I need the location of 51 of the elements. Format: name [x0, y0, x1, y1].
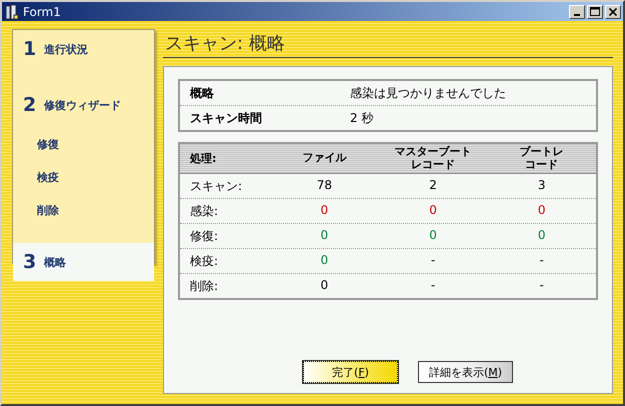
- column-header: ブートレコード: [518, 146, 565, 171]
- app-icon: [4, 4, 20, 20]
- table-cell-text: -: [430, 254, 436, 268]
- row-label: 感染:: [189, 202, 220, 220]
- table-cell-text: 78: [316, 179, 333, 193]
- summary-value: 2 秒: [350, 110, 374, 126]
- step-label: 概略: [44, 254, 66, 270]
- action-button[interactable]: 完了(F): [303, 361, 398, 383]
- sidebar-item[interactable]: 1 進行状況: [13, 30, 154, 68]
- minimize-button[interactable]: [569, 4, 585, 18]
- step-number: 1: [23, 38, 36, 60]
- sidebar-item[interactable]: 2 修復ウィザード: [13, 86, 154, 124]
- summary-label: 概略: [190, 84, 215, 102]
- column-header: マスターブートレコード: [394, 146, 472, 171]
- minimize-icon: [574, 14, 580, 16]
- sidebar-subitem[interactable]: 削除: [13, 194, 154, 227]
- row-label: 削除:: [189, 278, 220, 294]
- summary-label: スキャン時間: [190, 110, 263, 126]
- row-label: 修復:: [189, 228, 220, 244]
- close-button[interactable]: [605, 4, 621, 18]
- column-header: 処理:: [190, 151, 216, 166]
- table-cell-text: 0: [428, 229, 438, 243]
- table-cell-text: -: [538, 279, 545, 293]
- sidebar-subitem[interactable]: 修復: [13, 128, 154, 161]
- table-cell-text: -: [538, 254, 545, 268]
- step-label: 進行状況: [44, 42, 88, 56]
- step-number: 3: [23, 251, 36, 273]
- sidebar-item[interactable]: 3 概略: [13, 243, 154, 281]
- page-heading: スキャン: 概略: [163, 29, 613, 58]
- table-cell-text: 0: [320, 254, 330, 268]
- table-cell-text: 0: [320, 279, 330, 293]
- table-cell-text: 0: [320, 229, 330, 243]
- table-cell-text: 0: [536, 229, 546, 243]
- step-label: 修復ウィザード: [44, 98, 122, 112]
- table-cell-text: -: [430, 279, 436, 293]
- close-icon: [609, 8, 617, 16]
- sidebar-subitem[interactable]: 検疫: [13, 161, 154, 194]
- window-title: Form1: [23, 4, 62, 18]
- row-label: 検疫:: [189, 252, 220, 270]
- table-cell-text: 2: [428, 179, 438, 193]
- summary-value: 感染は見つかりませんでした: [350, 84, 506, 102]
- action-button[interactable]: 詳細を表示(M): [418, 361, 513, 383]
- maximize-icon: [590, 7, 600, 16]
- step-number: 2: [23, 94, 36, 116]
- table-cell-text: 0: [320, 204, 330, 218]
- maximize-button[interactable]: [587, 4, 603, 18]
- table-cell-text: 0: [428, 204, 438, 218]
- column-header: ファイル: [302, 152, 346, 165]
- row-label: スキャン:: [189, 178, 244, 194]
- table-cell-text: 0: [536, 204, 546, 218]
- table-cell-text: 3: [536, 179, 546, 193]
